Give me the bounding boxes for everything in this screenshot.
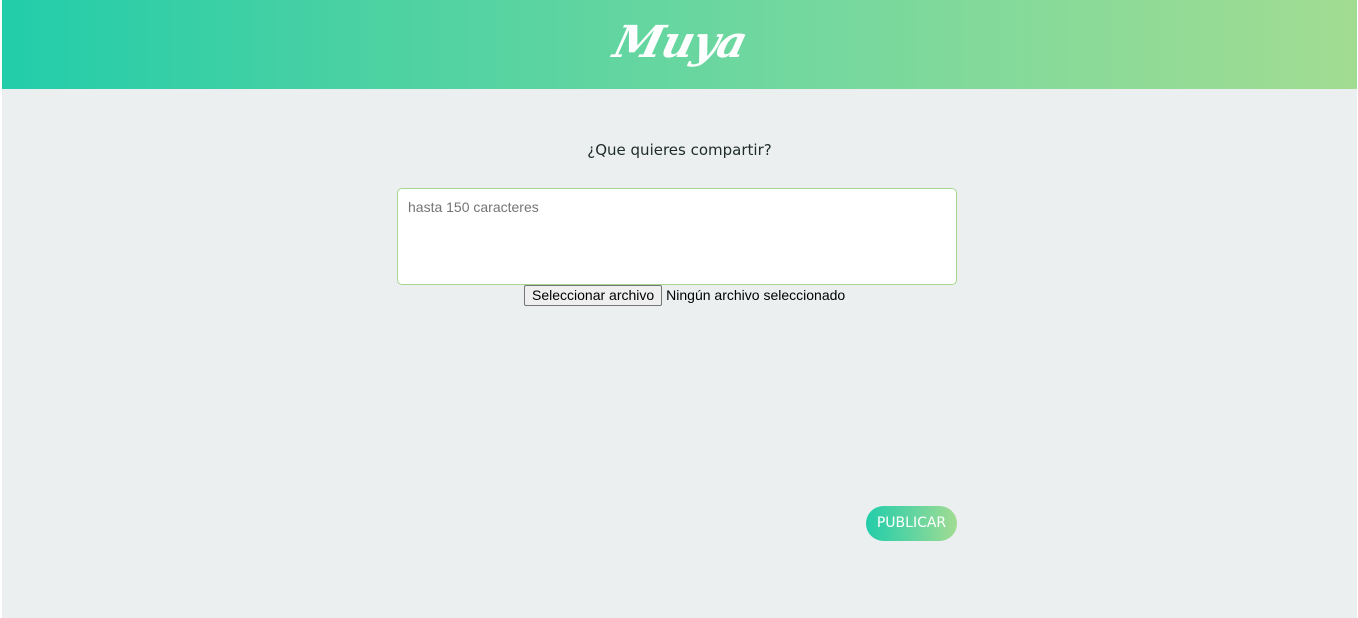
app-logo[interactable]: Muya [605,8,753,78]
post-text-input[interactable] [397,188,957,285]
file-status-text: Ningún archivo seleccionado [666,287,846,303]
composer-prompt: ¿Que quieres compartir? [587,141,772,159]
app-header: Muya [2,0,1357,89]
select-file-button[interactable]: Seleccionar archivo [524,285,663,306]
file-picker: Seleccionar archivo Ningún archivo selec… [524,285,845,306]
page-frame: Muya ¿Que quieres compartir? Seleccionar… [2,0,1357,618]
publish-button[interactable]: PUBLICAR [866,506,957,541]
